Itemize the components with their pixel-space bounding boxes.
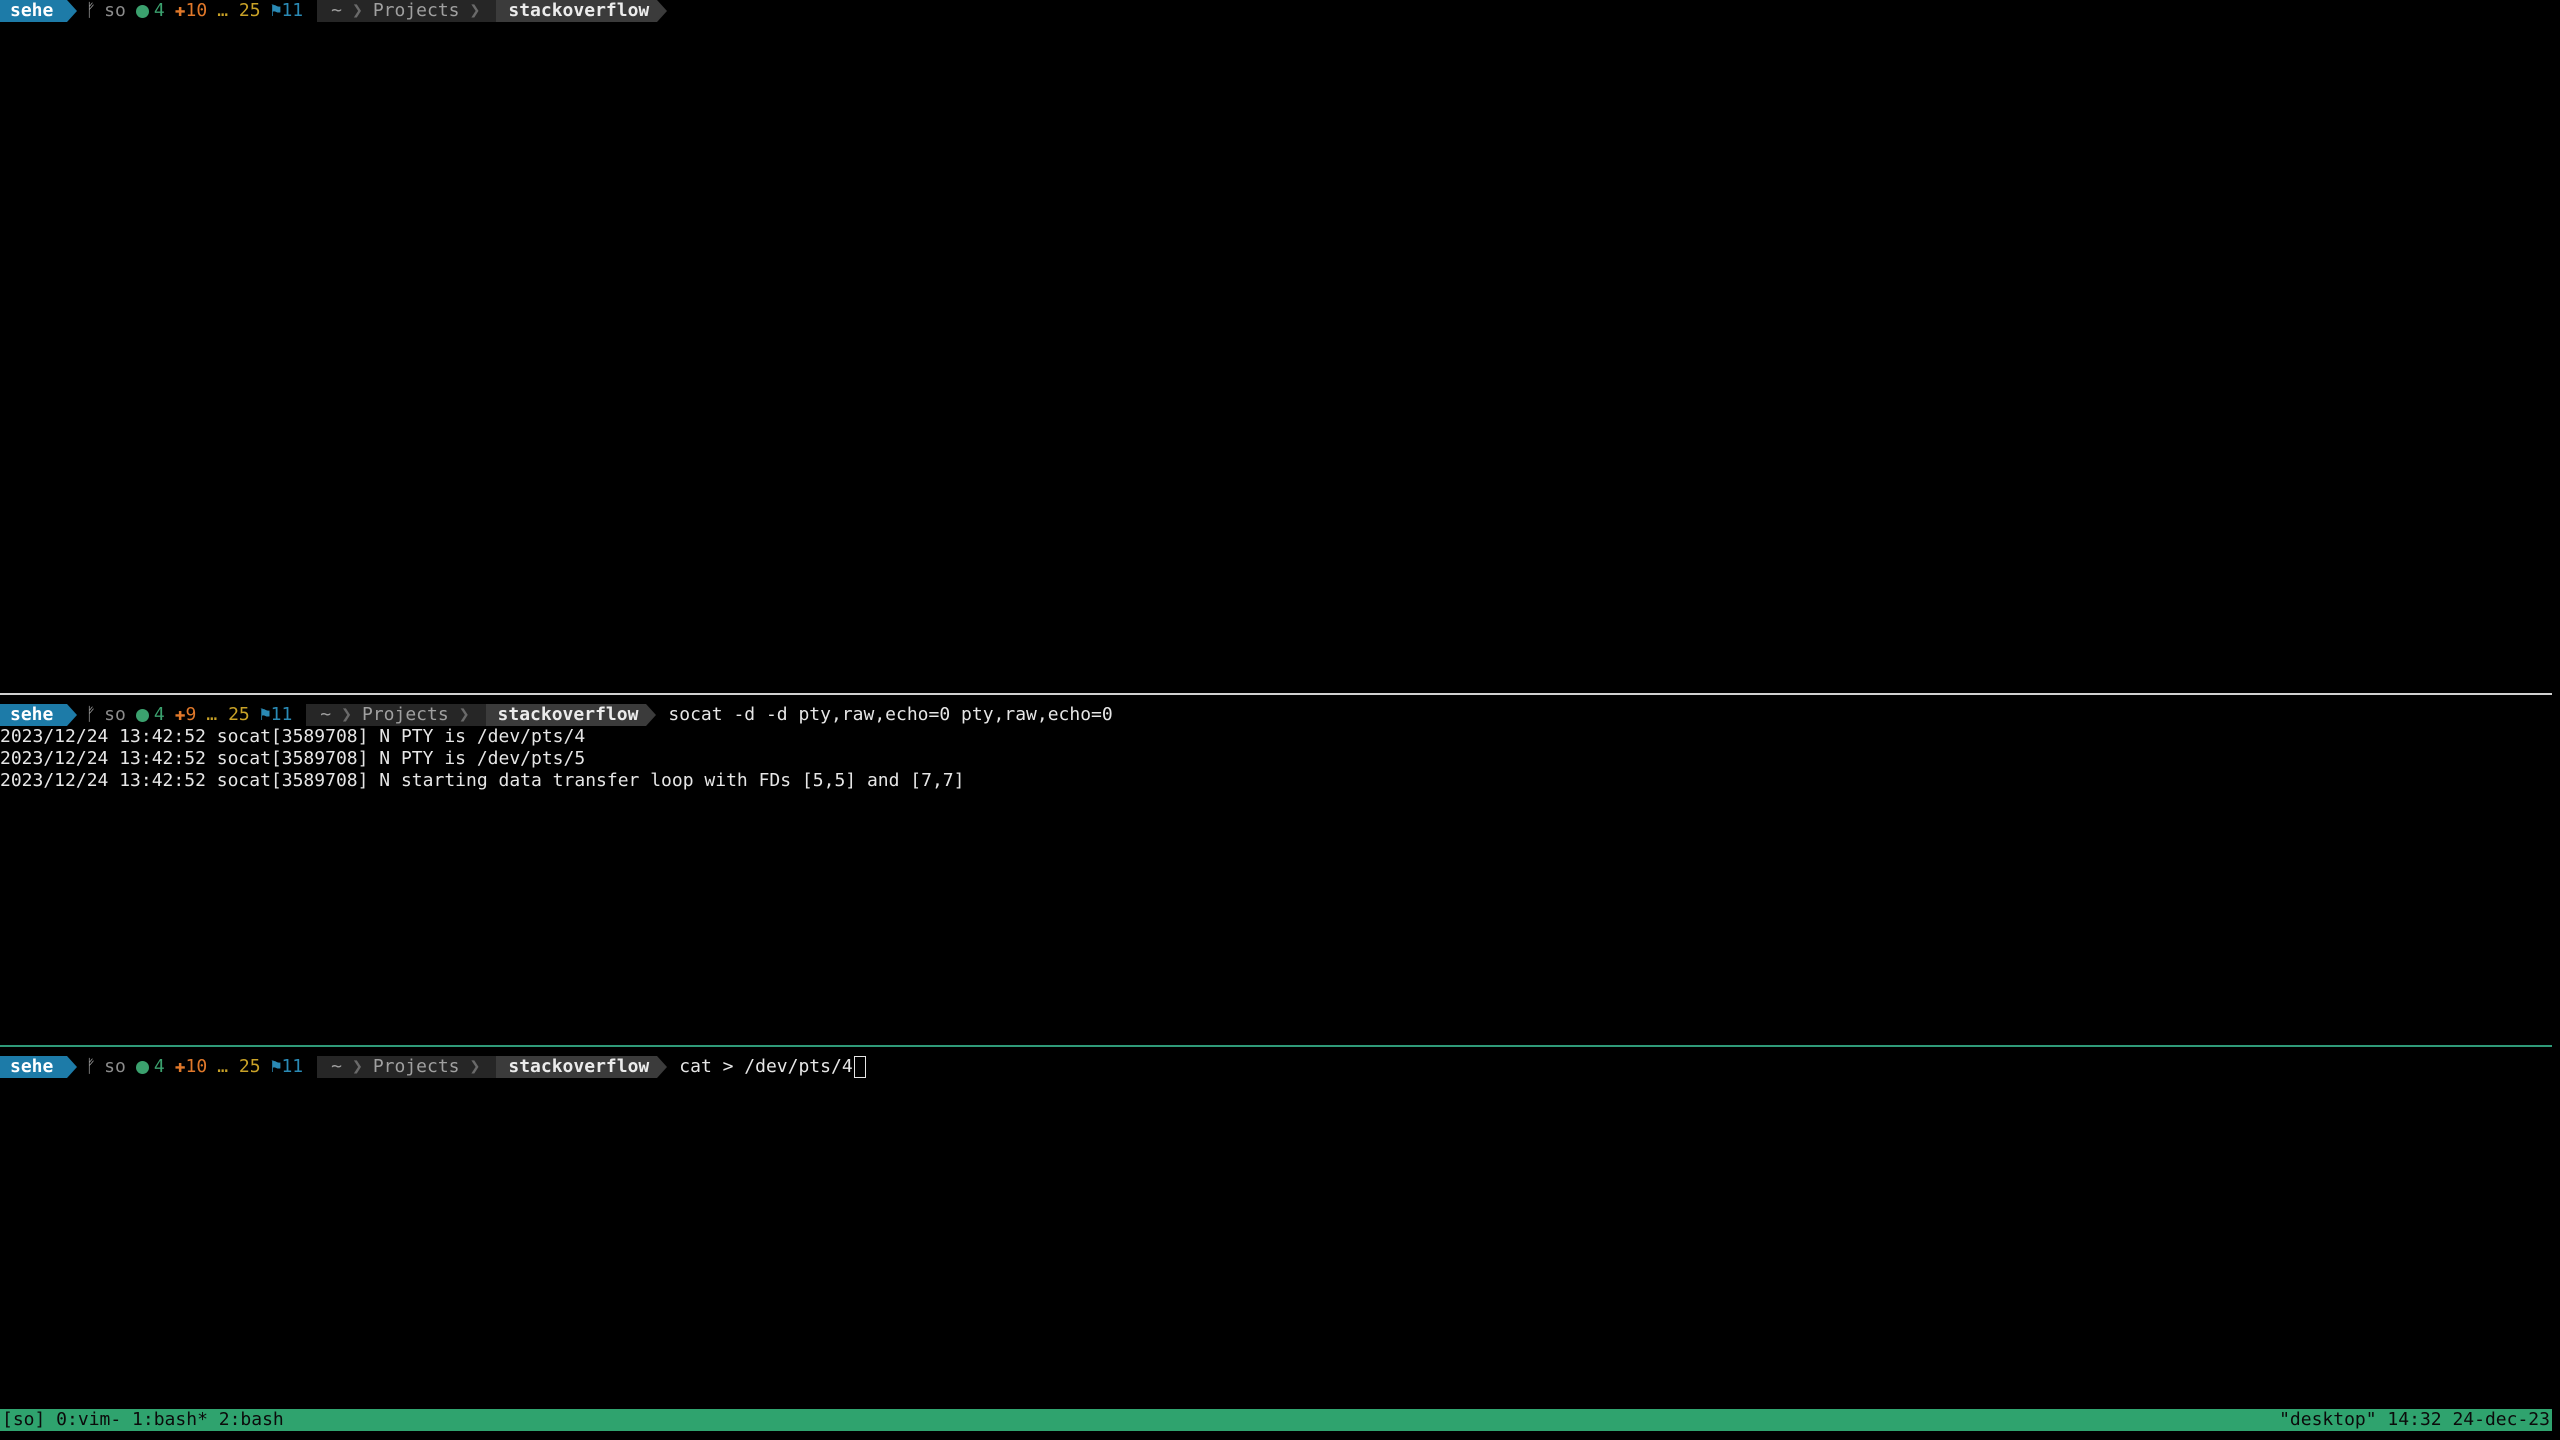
prompt-path: ~ ❯ Projects ❯ <box>317 1056 497 1078</box>
ellipsis-icon: … <box>217 1056 229 1077</box>
ellipsis-icon: … <box>217 0 229 21</box>
git-modified: ✚10 <box>175 0 208 22</box>
output-line: 2023/12/24 13:42:52 socat[3589708] N PTY… <box>0 748 586 769</box>
staged-dot-icon <box>135 1060 149 1074</box>
plus-icon: ✚ <box>174 1056 186 1077</box>
flag-icon: ⚑ <box>270 1056 282 1077</box>
git-stash-count: 11 <box>281 0 304 21</box>
path-home: ~ <box>331 0 342 21</box>
prompt-user: sehe <box>0 1056 68 1078</box>
git-modified-count: 10 <box>185 1056 208 1077</box>
path-dir: Projects <box>372 0 460 21</box>
staged-dot-icon <box>135 708 149 722</box>
output-line: 2023/12/24 13:42:52 socat[3589708] N PTY… <box>0 726 586 747</box>
tmux-window-list[interactable]: [so] 0:vim- 1:bash* 2:bash <box>0 1409 286 1431</box>
git-modified: ✚9 <box>175 704 197 726</box>
git-modified-count: 9 <box>185 704 197 725</box>
path-dir: Projects <box>361 704 449 725</box>
powerline-arrow-icon <box>67 1056 78 1078</box>
shell-prompt: sehe ᚠ so 4 ✚9 … 25 ⚑ 11 ~ ❯ Projects ❯ s… <box>0 704 2552 726</box>
git-stash-count: 11 <box>270 704 293 725</box>
prompt-git-status: ᚠ so 4 ✚9 … 25 ⚑ 11 <box>81 704 307 726</box>
command-input[interactable]: cat > /dev/pts/4 <box>679 1056 852 1078</box>
git-staged-count: 4 <box>153 704 165 725</box>
path-repo: stackoverflow <box>496 1056 658 1078</box>
git-staged-count: 4 <box>153 1056 165 1077</box>
chevron-right-icon: ❯ <box>469 0 481 21</box>
powerline-arrow-icon <box>657 0 668 22</box>
git-untracked: … 25 <box>217 0 260 22</box>
git-untracked-count: 25 <box>238 0 261 21</box>
git-modified-count: 10 <box>185 0 208 21</box>
terminal-pane-top[interactable]: sehe ᚠ so 4 ✚10 … 25 ⚑ 11 ~ ❯ Projects ❯ … <box>0 0 2552 692</box>
chevron-right-icon: ❯ <box>341 704 352 725</box>
path-repo: stackoverflow <box>496 0 658 22</box>
flag-icon: ⚑ <box>270 0 282 21</box>
git-untracked: … 25 <box>206 704 249 726</box>
flag-icon: ⚑ <box>259 704 271 725</box>
path-repo: stackoverflow <box>485 704 647 726</box>
git-branch: so <box>104 0 126 21</box>
chevron-right-icon: ❯ <box>458 704 470 725</box>
git-branch-icon: ᚠ <box>85 0 97 21</box>
git-untracked: … 25 <box>217 1056 260 1078</box>
git-staged-count: 4 <box>153 0 165 21</box>
terminal-pane-bottom[interactable]: sehe ᚠ so 4 ✚10 … 25 ⚑ 11 ~ ❯ Projects ❯ … <box>0 1056 2552 1408</box>
command-text: socat -d -d pty,raw,echo=0 pty,raw,echo=… <box>668 704 1113 725</box>
shell-prompt: sehe ᚠ so 4 ✚10 … 25 ⚑ 11 ~ ❯ Projects ❯ … <box>0 0 2552 22</box>
path-home: ~ <box>320 704 332 725</box>
git-branch: so <box>104 704 126 725</box>
ellipsis-icon: … <box>206 704 218 725</box>
plus-icon: ✚ <box>174 0 186 21</box>
chevron-right-icon: ❯ <box>351 0 363 21</box>
text-cursor <box>853 1056 866 1078</box>
powerline-arrow-icon <box>67 0 78 22</box>
git-branch-icon: ᚠ <box>85 1056 97 1077</box>
git-untracked-count: 25 <box>238 1056 261 1077</box>
prompt-git-status: ᚠ so 4 ✚10 … 25 ⚑ 11 <box>81 0 318 22</box>
git-stash-count: 11 <box>281 1056 304 1077</box>
git-branch-icon: ᚠ <box>85 704 97 725</box>
path-home: ~ <box>331 1056 342 1077</box>
plus-icon: ✚ <box>174 704 186 725</box>
tmux-status-right: "desktop" 14:32 24-dec-23 <box>2279 1409 2550 1430</box>
pane-divider[interactable] <box>0 1045 2552 1047</box>
prompt-path: ~ ❯ Projects ❯ <box>317 0 497 22</box>
prompt-user: sehe <box>0 704 68 726</box>
prompt-git-status: ᚠ so 4 ✚10 … 25 ⚑ 11 <box>81 1056 318 1078</box>
staged-dot-icon <box>135 4 149 18</box>
powerline-arrow-icon <box>646 704 657 726</box>
tmux-status-bar: [so] 0:vim- 1:bash* 2:bash "desktop" 14:… <box>0 1409 2552 1431</box>
powerline-arrow-icon <box>657 1056 668 1078</box>
path-dir: Projects <box>372 1056 460 1077</box>
prompt-user: sehe <box>0 0 68 22</box>
chevron-right-icon: ❯ <box>469 1056 481 1077</box>
git-untracked-count: 25 <box>228 704 250 725</box>
prompt-path: ~ ❯ Projects ❯ <box>306 704 486 726</box>
chevron-right-icon: ❯ <box>351 1056 363 1077</box>
git-modified: ✚10 <box>175 1056 208 1078</box>
pane-divider[interactable] <box>0 693 2552 695</box>
terminal-pane-middle[interactable]: sehe ᚠ so 4 ✚9 … 25 ⚑ 11 ~ ❯ Projects ❯ s… <box>0 704 2552 1040</box>
git-branch: so <box>104 1056 126 1077</box>
shell-prompt: sehe ᚠ so 4 ✚10 … 25 ⚑ 11 ~ ❯ Projects ❯ … <box>0 1056 2552 1078</box>
powerline-arrow-icon <box>67 704 78 726</box>
output-line: 2023/12/24 13:42:52 socat[3589708] N sta… <box>0 770 965 791</box>
